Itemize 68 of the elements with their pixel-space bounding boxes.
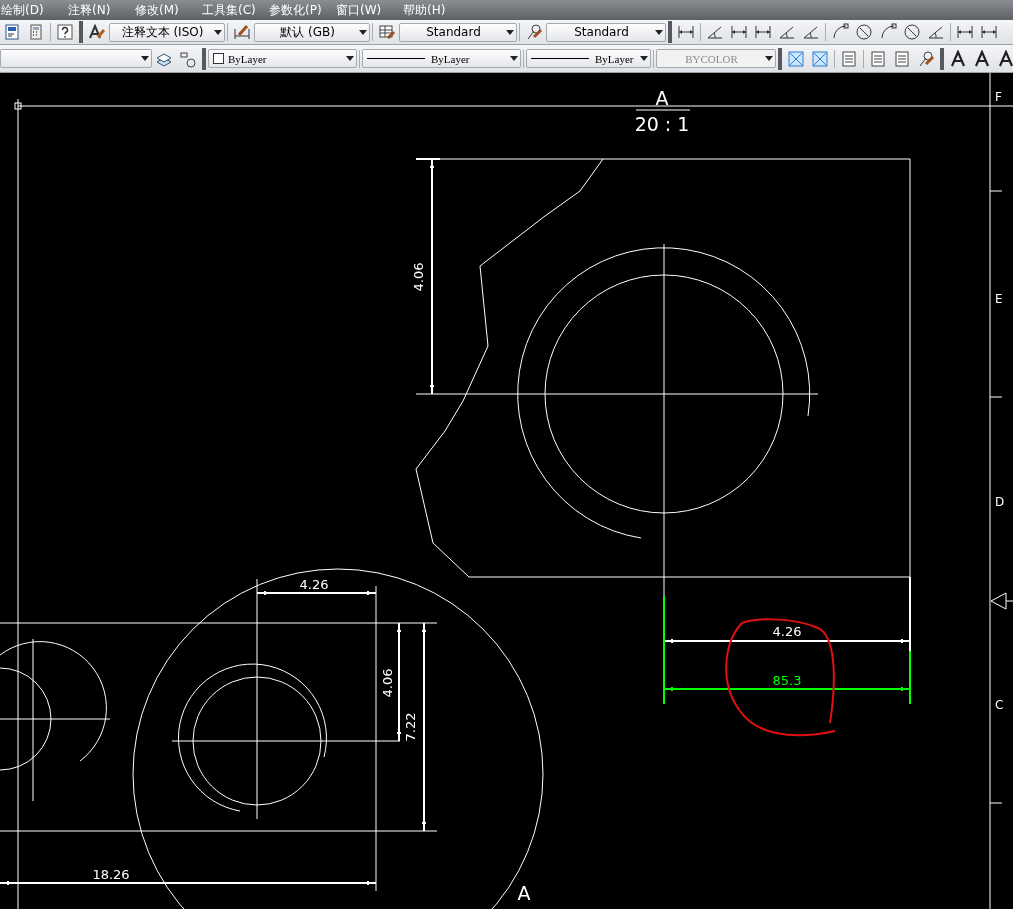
view-title: A (655, 87, 669, 109)
dimension-text: 4.06 (380, 668, 395, 698)
caret-icon (346, 56, 354, 61)
dimension-icon[interactable] (754, 23, 772, 41)
border-letter: F (995, 90, 1002, 104)
caret-icon (765, 56, 773, 61)
dimension-text: 4.26 (772, 624, 802, 639)
help-icon[interactable] (56, 23, 74, 41)
arc-icon[interactable] (879, 23, 897, 41)
dropdown[interactable]: ByLayer (208, 49, 357, 68)
menu-item[interactable]: 注释(N) (68, 1, 135, 19)
dropdown[interactable]: 默认 (GB) (254, 22, 370, 42)
letter-icon[interactable] (973, 49, 991, 68)
leader-style-icon[interactable] (525, 23, 543, 41)
dimension-icon[interactable] (730, 23, 748, 41)
line-sample (367, 58, 425, 59)
calculator-icon[interactable] (27, 23, 45, 41)
dimension-text: 85.3 (772, 673, 802, 688)
dimension-style-icon[interactable] (233, 23, 251, 41)
menu-item[interactable]: 参数化(P) (269, 1, 336, 19)
dimension-text: 18.26 (92, 867, 130, 882)
menu-item[interactable]: 帮助(H) (403, 1, 470, 19)
dimension-icon[interactable] (980, 23, 998, 41)
menu-item[interactable]: 修改(M) (135, 1, 202, 19)
view-label: A (517, 882, 531, 904)
table-style-icon[interactable] (378, 23, 396, 41)
color-swatch (213, 53, 224, 64)
border-letter: E (995, 292, 1003, 306)
dimension-text: 4.26 (299, 577, 329, 592)
dropdown[interactable]: ByLayer (362, 49, 521, 68)
layer-match-icon[interactable] (179, 49, 197, 68)
letter-icon[interactable] (997, 49, 1013, 68)
caret-icon (655, 29, 663, 35)
caret-icon (141, 56, 149, 61)
border-letter: C (995, 698, 1004, 712)
menu-item[interactable]: 窗口(W) (336, 1, 403, 19)
caret-icon (506, 29, 514, 35)
menu-item[interactable]: 绘制(D) (0, 1, 68, 19)
circle-icon[interactable] (903, 23, 921, 41)
line-sample (531, 58, 589, 59)
text-style-icon[interactable] (88, 23, 106, 41)
dimension-text: 7.22 (403, 712, 418, 742)
document-icon[interactable] (3, 23, 21, 41)
list-icon[interactable] (893, 49, 911, 68)
dimension-text: 4.06 (411, 262, 426, 292)
leader-style-icon[interactable] (917, 49, 935, 68)
caret-icon (640, 56, 648, 61)
scale-label: 20 : 1 (634, 113, 690, 135)
menu-item[interactable]: 工具集(C) (202, 1, 269, 19)
centering-mark (990, 592, 1013, 610)
list-icon[interactable] (840, 49, 858, 68)
cross-icon[interactable] (811, 49, 829, 68)
letter-icon[interactable] (949, 49, 967, 68)
dropdown[interactable]: Standard (546, 22, 666, 42)
dropdown[interactable]: 注释文本 (ISO) (109, 22, 225, 42)
circle-icon[interactable] (855, 23, 873, 41)
title-underline (635, 109, 691, 111)
caret-icon (214, 29, 222, 35)
list-icon[interactable] (869, 49, 887, 68)
dimension-icon[interactable] (956, 23, 974, 41)
arc-icon[interactable] (831, 23, 849, 41)
caret-icon (359, 29, 367, 35)
dropdown[interactable]: Standard (399, 22, 517, 42)
cross-icon[interactable] (787, 49, 805, 68)
caret-icon (510, 56, 518, 61)
dropdown[interactable]: ByLayer (526, 49, 651, 68)
dimension-icon[interactable] (677, 23, 695, 41)
border-letter: D (995, 495, 1005, 509)
